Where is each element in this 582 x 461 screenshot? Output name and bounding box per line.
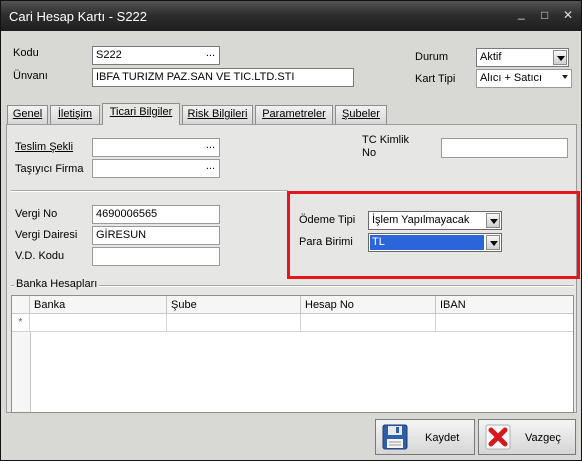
odeme-tipi-select[interactable]: İşlem Yapılmayacak — [368, 211, 502, 230]
unvani-label: Ünvanı — [13, 70, 48, 82]
vergi-dairesi-value: GİRESUN — [96, 229, 147, 241]
minimize-icon[interactable]: _ — [518, 6, 525, 20]
banka-hesaplari-grid[interactable]: Banka Şube Hesap No IBAN * — [11, 295, 574, 413]
vergi-dairesi-label: Vergi Dairesi — [15, 229, 78, 241]
new-row-marker: * — [12, 314, 30, 332]
durum-dropdown-icon[interactable] — [553, 50, 567, 65]
teslim-sekli-lookup-icon[interactable]: ... — [206, 139, 215, 154]
para-birimi-label: Para Birimi — [299, 236, 353, 248]
kodu-label: Kodu — [13, 47, 39, 59]
window-title: Cari Hesap Kartı - S222 — [9, 9, 148, 24]
tasiyici-firma-lookup-icon[interactable]: ... — [206, 160, 215, 175]
table-cell[interactable] — [301, 314, 436, 332]
unvani-field[interactable]: IBFA TURIZM PAZ.SAN VE TIC.LTD.STI — [92, 68, 354, 87]
vd-kodu-label: V.D. Kodu — [15, 250, 65, 262]
durum-select[interactable]: Aktif — [476, 48, 569, 67]
tab-risk-bilgileri[interactable]: Risk Bilgileri — [182, 105, 253, 124]
unvani-value: IBFA TURIZM PAZ.SAN VE TIC.LTD.STI — [96, 71, 295, 83]
kodu-field[interactable]: S222 ... — [92, 46, 220, 65]
vergi-dairesi-field[interactable]: GİRESUN — [92, 226, 220, 245]
kaydet-label: Kaydet — [425, 432, 460, 444]
vazgec-label: Vazgeç — [525, 432, 561, 444]
tab-genel[interactable]: Genel — [7, 105, 48, 124]
client-area: Kodu S222 ... Ünvanı IBFA TURIZM PAZ.SAN… — [4, 31, 580, 458]
tab-iletisim[interactable]: İletişim — [50, 105, 100, 124]
tasiyici-firma-field[interactable]: ... — [92, 159, 220, 178]
tc-kimlik-label-no: No — [362, 147, 377, 159]
title-bar[interactable]: Cari Hesap Kartı - S222 _ □ ✕ — [1, 1, 581, 31]
para-birimi-select[interactable]: TL — [368, 233, 502, 252]
row-indicator-column — [12, 332, 31, 412]
close-icon[interactable]: ✕ — [563, 8, 573, 22]
vd-kodu-field[interactable] — [92, 247, 220, 266]
odeme-tipi-value: İşlem Yapılmayacak — [372, 214, 470, 226]
cari-hesap-window: Cari Hesap Kartı - S222 _ □ ✕ Kodu S222 … — [0, 0, 582, 461]
column-header-hesap-no[interactable]: Hesap No — [301, 296, 436, 314]
table-cell[interactable] — [167, 314, 301, 332]
vergi-no-value: 4690006565 — [96, 208, 158, 220]
section-divider — [11, 190, 288, 192]
vazgec-button[interactable]: Vazgeç — [478, 419, 576, 455]
tasiyici-firma-label: Taşıyıcı Firma — [15, 163, 84, 175]
grid-indicator-header — [12, 296, 30, 314]
maximize-icon[interactable]: □ — [541, 8, 548, 22]
kart-tipi-select[interactable]: Alıcı + Satıcı — [476, 69, 572, 88]
table-cell[interactable] — [436, 314, 573, 332]
tc-kimlik-label: TC Kimlik — [362, 134, 410, 146]
column-header-banka[interactable]: Banka — [30, 296, 167, 314]
kart-tipi-value: Alıcı + Satıcı — [480, 72, 543, 84]
tc-kimlik-field[interactable] — [441, 138, 568, 158]
vergi-no-field[interactable]: 4690006565 — [92, 205, 220, 224]
teslim-sekli-field[interactable]: ... — [92, 138, 220, 157]
column-header-sube[interactable]: Şube — [167, 296, 301, 314]
odeme-tipi-dropdown-icon[interactable] — [486, 213, 500, 228]
kodu-value: S222 — [96, 49, 122, 61]
teslim-sekli-label: Teslim Şekli — [15, 141, 74, 153]
durum-label: Durum — [415, 51, 449, 63]
para-birimi-dropdown-icon[interactable] — [486, 235, 500, 250]
red-x-icon — [485, 424, 511, 450]
vergi-no-label: Vergi No — [15, 208, 58, 220]
tab-ticari-bilgiler[interactable]: Ticari Bilgiler — [102, 103, 180, 125]
odeme-tipi-label: Ödeme Tipi — [299, 214, 356, 226]
para-birimi-value: TL — [370, 235, 484, 250]
kart-tipi-label: Kart Tipi — [415, 73, 456, 85]
banka-hesaplari-label: Banka Hesapları — [14, 278, 100, 290]
tab-parametreler[interactable]: Parametreler — [255, 105, 333, 124]
kart-tipi-dropdown-icon[interactable] — [562, 75, 568, 79]
table-cell[interactable] — [30, 314, 167, 332]
kaydet-button[interactable]: Kaydet — [375, 419, 475, 455]
column-header-iban[interactable]: IBAN — [436, 296, 573, 314]
tab-subeler[interactable]: Şubeler — [335, 105, 387, 124]
durum-value: Aktif — [480, 51, 502, 63]
floppy-disk-icon — [382, 424, 408, 450]
kodu-lookup-icon[interactable]: ... — [206, 47, 215, 62]
